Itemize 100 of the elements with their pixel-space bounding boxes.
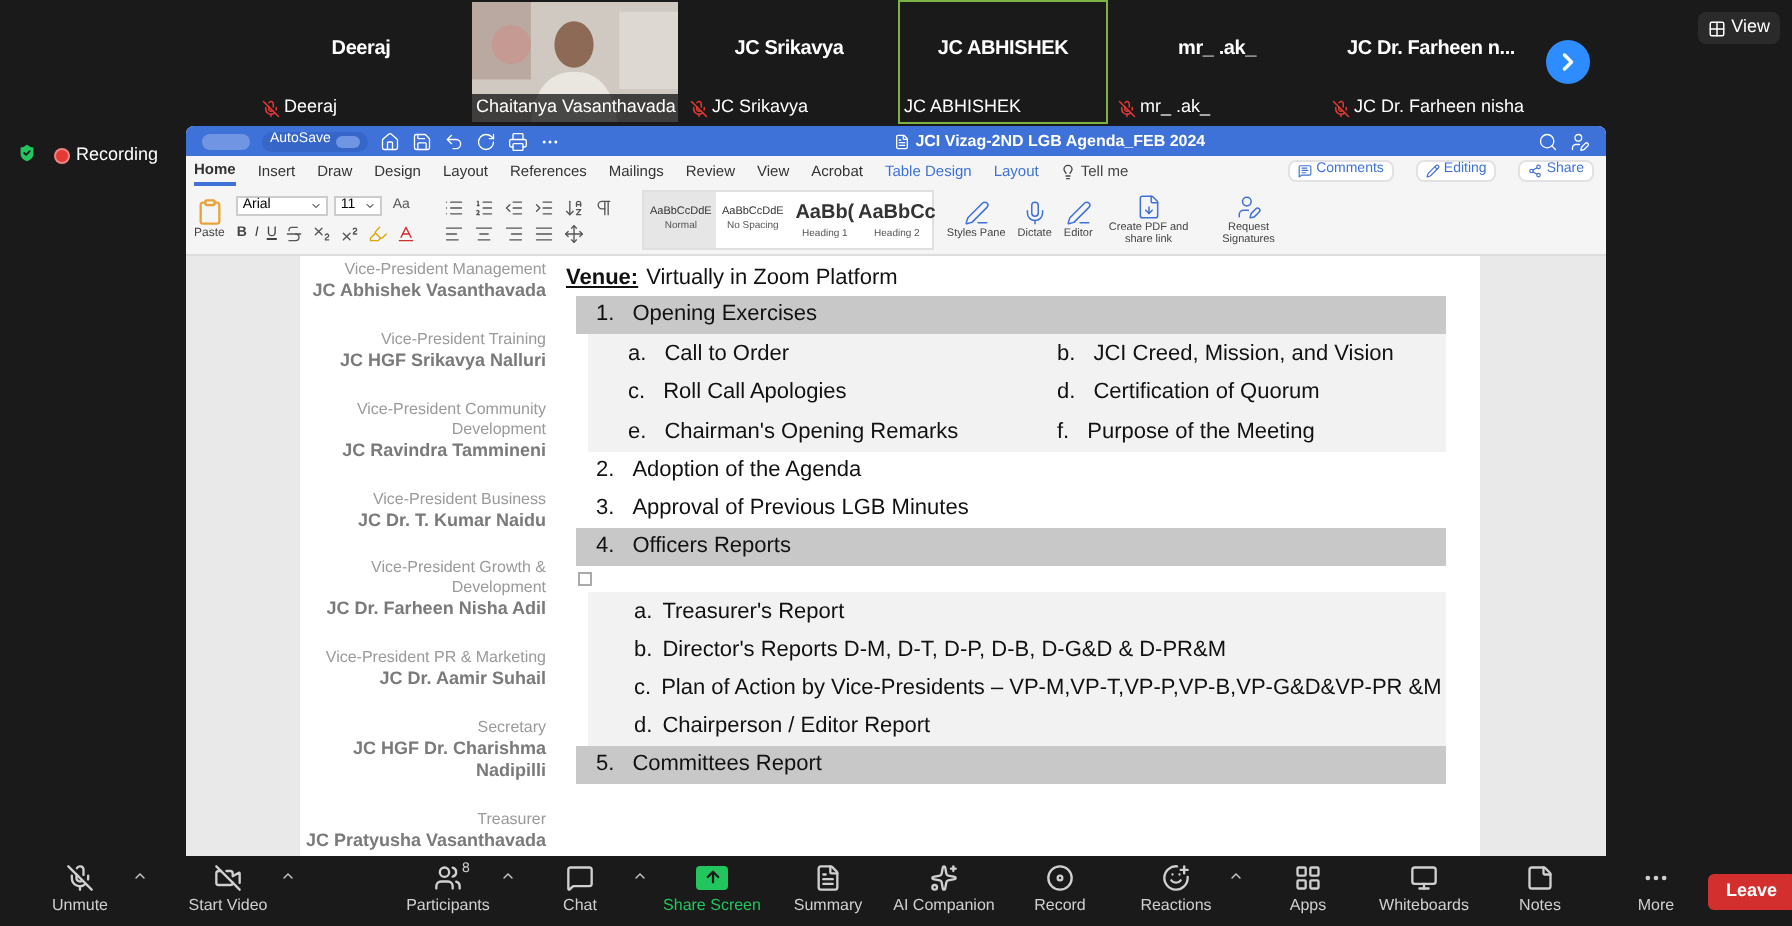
agenda-subitem: d. Chairperson / Editor Report <box>632 711 933 742</box>
account-icon[interactable] <box>1570 131 1590 151</box>
caret-icon <box>132 868 148 884</box>
font-color-icon[interactable] <box>396 223 417 244</box>
superscript-icon[interactable] <box>340 223 361 244</box>
strikethrough-icon[interactable] <box>284 223 305 244</box>
officer-role: Vice-President Community Development <box>354 399 546 440</box>
home-icon[interactable] <box>380 131 401 151</box>
agenda-subitem: a. Call to Order <box>626 339 792 369</box>
agenda-heading-row: 1. Opening Exercises <box>576 296 1446 334</box>
agenda-subitem: e. Chairman's Opening Remarks <box>626 417 961 447</box>
agenda-subitem: c. Roll Call Apologies <box>626 378 849 408</box>
pen-icon <box>963 200 990 226</box>
document-icon <box>814 864 842 892</box>
toolbar-button[interactable]: AI Companion <box>892 864 996 918</box>
agenda-subitem: f. Purpose of the Meeting <box>1055 417 1317 447</box>
officer-role: Vice-President Management <box>344 260 546 280</box>
agenda-heading-row: 4. Officers Reports <box>576 527 1446 565</box>
window-title: JCI Vizag-2ND LGB Agenda_FEB 2024 <box>915 129 1206 153</box>
recording-indicator: Recording <box>54 142 159 169</box>
printer-icon[interactable] <box>508 131 529 151</box>
name-label: JC Srikavya <box>686 94 813 122</box>
note-icon <box>1526 864 1554 892</box>
grid-icon <box>1707 19 1726 37</box>
signature-icon <box>1235 194 1262 220</box>
lightbulb-icon <box>1060 163 1077 179</box>
officer-name: JC Ravindra Tammineni <box>342 439 546 462</box>
next-page-button[interactable] <box>1546 40 1590 84</box>
leave-button[interactable]: Leave <box>1708 873 1792 909</box>
toolbar-button[interactable]: Notes <box>1488 864 1592 918</box>
participant-name: JC Dr. Farheen n... <box>1346 35 1515 63</box>
pen-icon <box>1065 200 1092 226</box>
smiley-icon <box>1162 864 1190 892</box>
toolbar-button[interactable]: Start Video <box>176 864 296 918</box>
officer-role: Vice-President PR & Marketing <box>325 648 546 669</box>
sort-icon[interactable] <box>564 197 585 217</box>
video-off-icon <box>214 864 242 892</box>
numbering-icon[interactable] <box>474 197 495 217</box>
agenda-subitem: c. Plan of Action by Vice-Presidents – VP-M,VP-T,VP-P,VP-B,VP-G&D&VP-PR &M <box>632 673 1444 704</box>
officer-name: JC HGF Dr. Charishma Nadipilli <box>350 738 546 783</box>
participant-name: Deeraj <box>331 35 391 63</box>
align-center-icon[interactable] <box>474 223 495 243</box>
undo-icon[interactable] <box>444 131 465 151</box>
save-icon[interactable] <box>412 131 433 151</box>
toolbar-button[interactable]: Apps <box>1256 864 1360 918</box>
search-icon[interactable] <box>1538 131 1558 151</box>
dropdown-icon <box>364 200 377 213</box>
redo-icon[interactable] <box>476 131 497 151</box>
clipboard-icon <box>195 197 224 225</box>
view-button[interactable]: View <box>1697 12 1780 44</box>
officer-name: JC Dr. T. Kumar Naidu <box>357 509 546 532</box>
toolbar-button[interactable]: Record <box>1008 864 1112 918</box>
caret-icon <box>632 868 648 884</box>
record-icon <box>1046 864 1074 892</box>
pilcrow-icon[interactable] <box>594 197 615 217</box>
sidebar-toggle[interactable] <box>202 133 250 149</box>
officer-role: Treasurer <box>477 809 546 830</box>
caret-icon <box>1228 868 1244 884</box>
participant-name: JC ABHISHEK <box>937 35 1069 63</box>
bullets-icon[interactable] <box>444 197 465 217</box>
venue-text: Virtually in Zoom Platform <box>646 264 898 295</box>
security-shield-icon <box>16 142 38 164</box>
microphone-icon <box>1021 200 1048 226</box>
toolbar-button[interactable]: More <box>1604 864 1708 918</box>
name-label: Chaitanya Vasanthavada <box>472 94 678 122</box>
monitor-icon <box>1410 864 1438 892</box>
agenda-subitem: a. Treasurer's Report <box>632 597 847 628</box>
align-right-icon[interactable] <box>504 223 525 243</box>
officer-name: JC HGF Srikavya Nalluri <box>339 349 546 372</box>
caret-icon <box>280 868 296 884</box>
sparkle-icon <box>930 864 958 892</box>
outdent-icon[interactable] <box>504 197 525 217</box>
toolbar-button[interactable]: Whiteboards <box>1372 864 1476 918</box>
toolbar-button[interactable]: Share Screen <box>660 865 764 917</box>
officer-role: Vice-President Business <box>372 489 546 510</box>
officer-name: JC Pratyusha Vasanthavada <box>305 829 546 852</box>
officer-role: Vice-President Growth & Development <box>369 558 546 599</box>
participant-name: mr_ .ak_ <box>1178 35 1256 63</box>
toolbar-button[interactable]: Chat <box>528 864 648 918</box>
comment-icon <box>1298 164 1313 178</box>
table-move-handle-icon[interactable] <box>578 571 592 585</box>
toolbar-button[interactable]: Summary <box>776 864 880 918</box>
share-icon <box>1528 164 1543 178</box>
officer-role: Secretary <box>477 718 546 739</box>
agenda-subitem: b. Director's Reports D-M, D-T, D-P, D-B, D-G&D & D-PR&M <box>632 635 1228 666</box>
toolbar-button[interactable]: Unmute <box>28 864 148 918</box>
justify-icon[interactable] <box>534 223 555 243</box>
name-label: JC ABHISHEK <box>902 94 1024 121</box>
name-label: Deeraj <box>258 94 342 122</box>
chat-icon <box>566 864 594 892</box>
indent-icon[interactable] <box>534 197 555 217</box>
pencil-icon <box>1425 164 1440 178</box>
toolbar-button[interactable]: Reactions <box>1124 864 1244 918</box>
subscript-icon[interactable] <box>312 223 333 244</box>
spacing-icon[interactable] <box>564 223 585 243</box>
agenda-heading-row: 5. Committees Report <box>576 745 1446 783</box>
people-icon <box>434 864 462 892</box>
align-left-icon[interactable] <box>444 223 465 243</box>
name-label: mr_ .ak_ <box>1114 94 1215 122</box>
officer-name: JC Dr. Farheen Nisha Adil <box>326 598 546 621</box>
